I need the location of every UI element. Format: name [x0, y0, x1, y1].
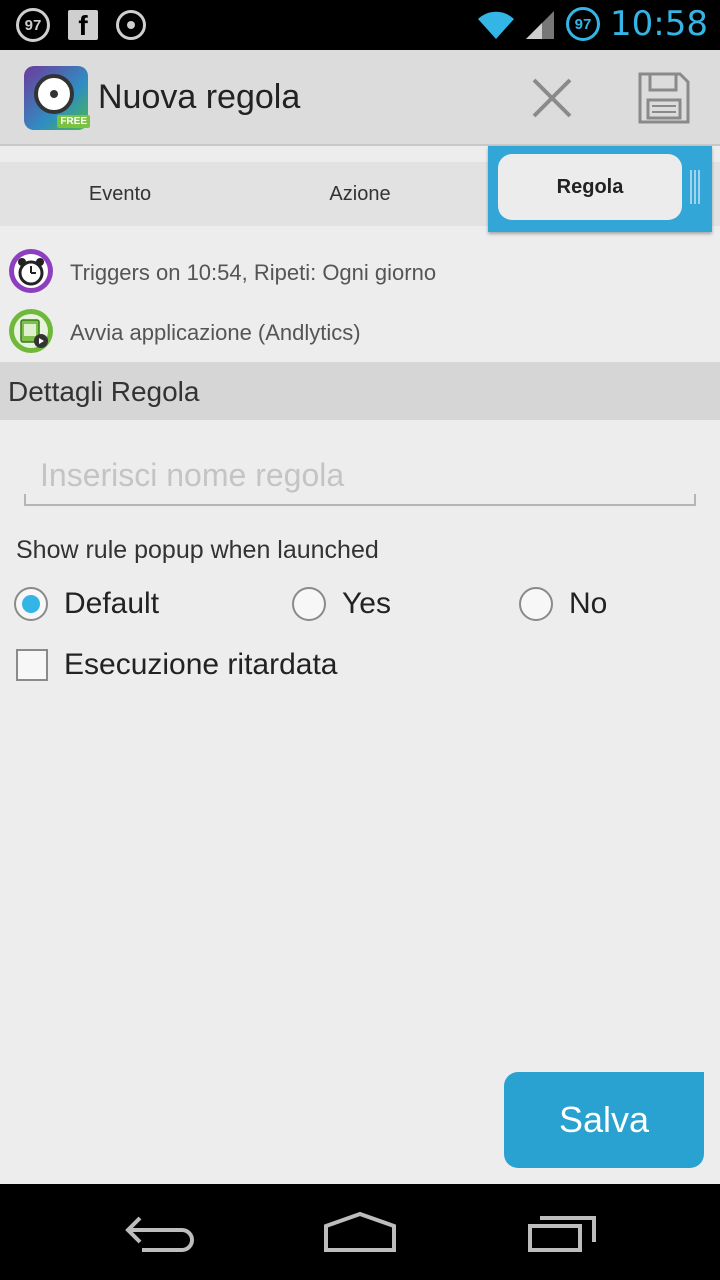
section-header: Dettagli Regola — [0, 362, 720, 420]
recents-icon[interactable] — [522, 1208, 602, 1256]
radio-no[interactable]: No — [519, 582, 607, 626]
free-badge: FREE — [57, 115, 90, 128]
radio-default[interactable]: Default — [14, 582, 159, 626]
delayed-execution-label: Esecuzione ritardata — [64, 648, 338, 681]
disc-icon — [34, 74, 74, 114]
action-bar: FREE Nuova regola — [0, 50, 720, 146]
radio-yes-label: Yes — [342, 587, 391, 620]
radio-yes[interactable]: Yes — [292, 582, 391, 626]
section-title: Dettagli Regola — [8, 376, 200, 407]
input-right-tick — [694, 494, 696, 506]
target-icon — [116, 10, 146, 40]
back-icon[interactable] — [120, 1208, 200, 1256]
input-left-tick — [24, 494, 26, 506]
radio-no-button[interactable] — [519, 587, 553, 621]
home-icon[interactable] — [320, 1208, 400, 1256]
rule-name-input[interactable] — [24, 446, 696, 506]
alarm-clock-icon — [9, 249, 53, 293]
status-bar: 97 f 97 10:58 — [0, 0, 720, 50]
delayed-execution-option[interactable]: Esecuzione ritardata — [16, 648, 338, 682]
system-icons: 97 10:58 — [476, 4, 708, 44]
tab-evento[interactable]: Evento — [0, 162, 240, 226]
wifi-icon — [478, 11, 515, 40]
save-icon[interactable] — [636, 70, 692, 126]
facebook-icon: f — [68, 10, 98, 40]
delayed-execution-checkbox[interactable] — [16, 649, 48, 681]
badge-97-blue-icon: 97 — [566, 7, 601, 41]
clock: 10:58 — [610, 4, 708, 44]
trigger-summary-text: Triggers on 10:54, Ripeti: Ogni giorno — [70, 260, 437, 285]
page-title: Nuova regola — [98, 78, 301, 116]
notification-icons: 97 f — [16, 8, 146, 42]
trigger-summary-row[interactable]: Triggers on 10:54, Ripeti: Ogni giorno — [0, 244, 720, 300]
tab-azione[interactable]: Azione — [240, 162, 480, 226]
grip-icon — [690, 170, 702, 204]
action-summary-row[interactable]: Avvia applicazione (Andlytics) — [0, 304, 720, 360]
close-icon[interactable] — [526, 72, 578, 124]
radio-default-button[interactable] — [14, 587, 48, 621]
radio-yes-button[interactable] — [292, 587, 326, 621]
badge-97-icon: 97 — [16, 8, 50, 42]
radio-no-label: No — [569, 587, 608, 620]
radio-default-label: Default — [64, 587, 160, 620]
action-summary-text: Avvia applicazione (Andlytics) — [70, 320, 361, 345]
app-logo-icon[interactable]: FREE — [24, 66, 90, 130]
tab-regola[interactable]: Regola — [498, 154, 682, 220]
launch-app-icon — [9, 309, 53, 353]
navigation-bar — [0, 1184, 720, 1280]
signal-icon — [526, 11, 555, 39]
popup-option-label: Show rule popup when launched — [16, 536, 379, 564]
save-button[interactable]: Salva — [504, 1072, 704, 1168]
